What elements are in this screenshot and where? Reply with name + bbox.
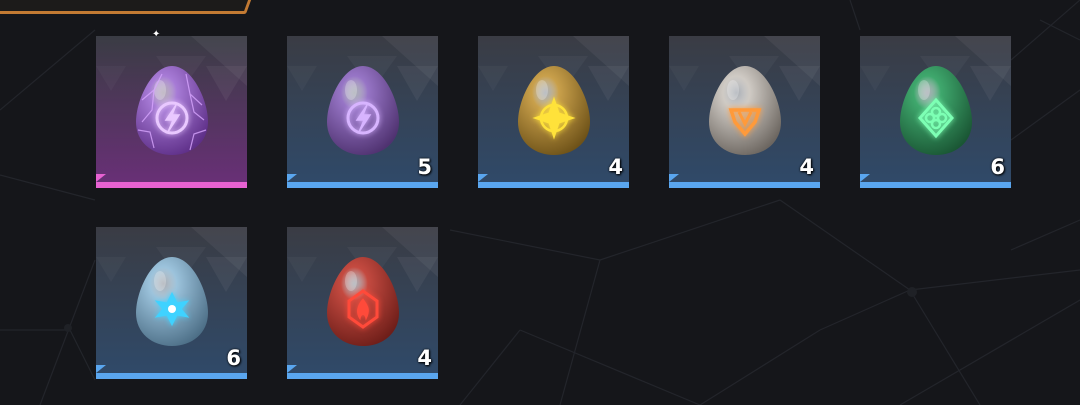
egg-slot-fire-egg[interactable]: 4 bbox=[287, 227, 438, 379]
slot-bar-notch bbox=[287, 174, 297, 182]
egg-slot-ground-egg[interactable]: 4 bbox=[478, 36, 629, 188]
item-count: 4 bbox=[417, 346, 432, 370]
ground-egg-icon bbox=[518, 66, 590, 155]
slot-bar-notch bbox=[860, 174, 870, 182]
rarity-bar bbox=[860, 182, 1011, 188]
ice-egg-icon bbox=[136, 257, 208, 346]
neutral-egg-icon bbox=[709, 66, 781, 155]
rarity-bar bbox=[96, 182, 247, 188]
item-count: 4 bbox=[799, 155, 814, 179]
electric-egg-icon bbox=[136, 66, 208, 155]
electric-egg-icon bbox=[327, 66, 399, 155]
rarity-bar bbox=[287, 182, 438, 188]
item-count: 6 bbox=[226, 346, 241, 370]
header-tab bbox=[0, 0, 259, 14]
egg-slot-grass-egg[interactable]: 6 bbox=[860, 36, 1011, 188]
egg-slot-ice-egg[interactable]: 6 bbox=[96, 227, 247, 379]
slot-bar-notch bbox=[478, 174, 488, 182]
egg-slot-neutral-egg[interactable]: 4 bbox=[669, 36, 820, 188]
egg-slot-electric-egg[interactable]: 5 bbox=[287, 36, 438, 188]
item-count: 5 bbox=[417, 155, 432, 179]
rarity-bar bbox=[287, 373, 438, 379]
grass-egg-icon bbox=[900, 66, 972, 155]
egg-slot-electric-egg-selected[interactable] bbox=[96, 36, 247, 188]
slot-bar-notch bbox=[96, 365, 106, 373]
fire-egg-icon bbox=[327, 257, 399, 346]
item-count: 6 bbox=[990, 155, 1005, 179]
slot-bar-notch bbox=[96, 174, 106, 182]
rarity-bar bbox=[669, 182, 820, 188]
rarity-bar bbox=[478, 182, 629, 188]
slot-bar-notch bbox=[287, 365, 297, 373]
item-count: 4 bbox=[608, 155, 623, 179]
slot-bar-notch bbox=[669, 174, 679, 182]
rarity-bar bbox=[96, 373, 247, 379]
